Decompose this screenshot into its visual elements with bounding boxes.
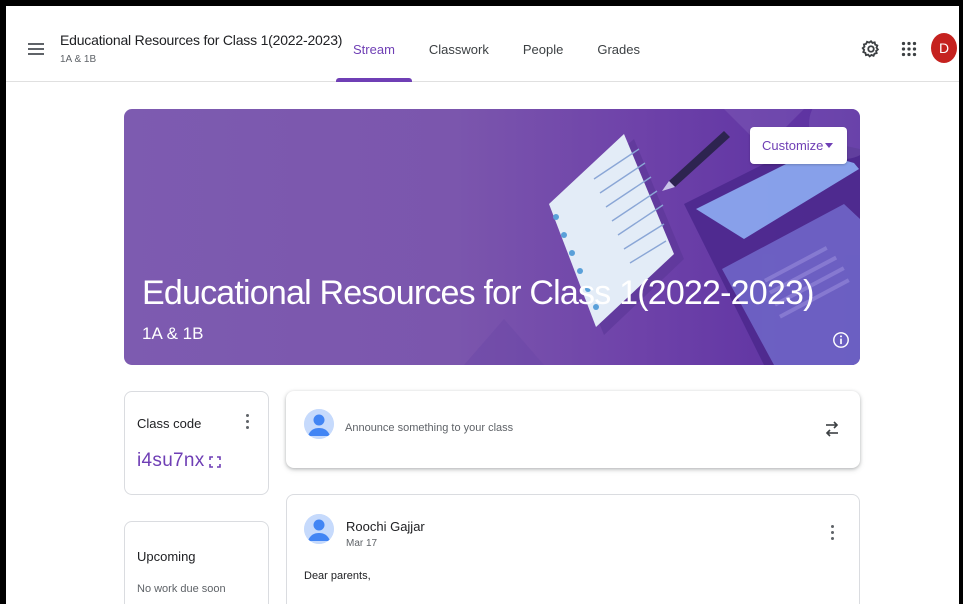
fullscreen-icon[interactable] — [209, 456, 221, 468]
author-avatar-icon — [304, 514, 334, 544]
tab-grades[interactable]: Grades — [580, 12, 657, 88]
dropdown-caret-icon — [825, 143, 833, 148]
customize-label: Customize — [762, 138, 824, 153]
repost-icon[interactable] — [824, 419, 840, 439]
tab-bar: Stream Classwork People Grades — [336, 6, 657, 82]
banner-class-section: 1A & 1B — [142, 324, 204, 343]
apps-grid-icon[interactable] — [898, 38, 920, 60]
post-date: Mar 17 — [346, 538, 378, 549]
class-code-value: i4su7nx — [137, 450, 205, 471]
announce-box[interactable]: Announce something to your class — [286, 391, 860, 468]
top-app-bar: Educational Resources for Class 1(2022-2… — [6, 6, 959, 82]
customize-button[interactable]: Customize — [750, 127, 847, 164]
upcoming-note: No work due soon — [137, 583, 226, 595]
upcoming-card: Upcoming No work due soon — [124, 521, 269, 604]
menu-icon[interactable] — [28, 43, 44, 57]
tab-stream[interactable]: Stream — [336, 12, 412, 88]
info-icon[interactable] — [832, 331, 850, 349]
account-avatar[interactable]: D — [931, 33, 957, 63]
tab-people[interactable]: People — [506, 12, 580, 88]
user-avatar-icon — [304, 409, 334, 439]
class-section: 1A & 1B — [60, 54, 97, 65]
banner-class-title: Educational Resources for Class 1(2022-2… — [142, 274, 814, 312]
post-body: Dear parents, — [304, 570, 371, 582]
post-author: Roochi Gajjar — [346, 519, 425, 534]
class-title[interactable]: Educational Resources for Class 1(2022-2… — [60, 32, 342, 48]
settings-icon[interactable] — [860, 38, 882, 60]
tab-classwork[interactable]: Classwork — [412, 12, 506, 88]
more-options-icon[interactable] — [246, 414, 250, 430]
upcoming-label: Upcoming — [137, 549, 196, 564]
class-code-card: Class code i4su7nx — [124, 391, 269, 495]
class-code-label: Class code — [137, 416, 202, 431]
announce-placeholder[interactable]: Announce something to your class — [345, 422, 513, 434]
classroom-page: Educational Resources for Class 1(2022-2… — [0, 0, 963, 604]
class-banner: Customize Educational Resources for Clas… — [124, 109, 860, 365]
stream-post: Roochi Gajjar Mar 17 Dear parents, — [286, 494, 860, 604]
more-options-icon[interactable] — [831, 525, 835, 541]
